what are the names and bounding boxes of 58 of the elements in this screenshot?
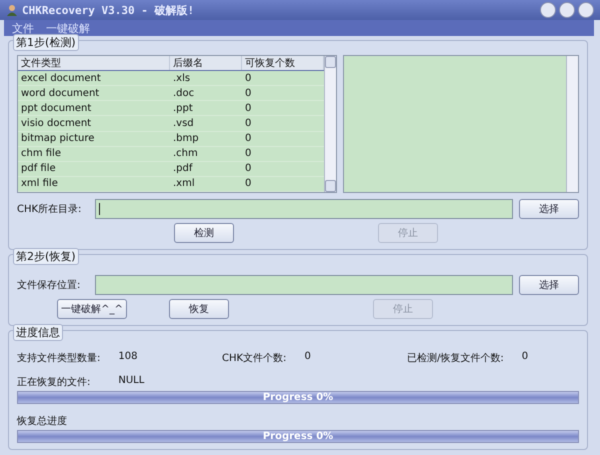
table-cell-text: .bmp xyxy=(172,133,200,144)
field-value: NULL xyxy=(118,375,144,388)
browse-button[interactable]: 选择 xyxy=(519,275,579,295)
table-cell-text: word document xyxy=(20,88,100,99)
stat-label: 已检测/恢复文件个数: xyxy=(407,352,504,365)
progress-text: Progress 0% xyxy=(262,431,334,442)
scrollbar[interactable] xyxy=(324,56,336,192)
group-title: 进度信息 xyxy=(13,324,63,341)
table-cell-text: .pdf xyxy=(172,163,194,174)
table-cell-text: 0 xyxy=(244,133,252,144)
stat-label: 支持文件类型数量: xyxy=(17,352,100,365)
column-header[interactable]: 后缀名 xyxy=(170,56,242,70)
progress-text: Progress 0% xyxy=(262,392,334,403)
table-cell-text: .vsd xyxy=(172,118,195,129)
input-field[interactable] xyxy=(95,199,513,219)
group-title: 第1步(检测) xyxy=(13,34,79,51)
table-cell-text: 0 xyxy=(244,118,252,129)
table-cell-text: chm file xyxy=(20,148,62,160)
field-label: 文件保存位置: xyxy=(17,278,82,292)
table-cell-text: 0 xyxy=(244,88,252,99)
table-cell-text: 0 xyxy=(244,178,252,190)
table-cell-text: .xls xyxy=(172,72,192,84)
close-button[interactable] xyxy=(578,2,594,18)
menu-item[interactable]: 文件 xyxy=(12,20,34,36)
table-cell-text: .chm xyxy=(172,148,199,160)
stat-value: 0 xyxy=(522,351,528,364)
app-icon xyxy=(6,4,18,16)
group-title: 第2步(恢复) xyxy=(13,248,79,265)
table-cell-text: xml file xyxy=(20,178,59,190)
table-cell-text: bitmap picture xyxy=(20,133,96,144)
crack-button[interactable]: 一键破解^_^ xyxy=(57,299,127,319)
progress-label: 恢复总进度 xyxy=(17,414,68,428)
table-cell-text: .ppt xyxy=(172,102,194,114)
detect-button[interactable]: 检测 xyxy=(174,223,234,243)
table-cell-text: .xml xyxy=(172,178,196,190)
table-cell-text: 0 xyxy=(244,102,252,114)
stat-value: 108 xyxy=(118,351,138,364)
scrollbar[interactable] xyxy=(566,56,578,192)
field-label: 正在恢复的文件: xyxy=(17,376,90,389)
input-field[interactable] xyxy=(95,275,513,295)
table-cell-text: excel document xyxy=(20,72,102,84)
table-cell-text: ppt document xyxy=(20,102,92,114)
recover-button[interactable]: 恢复 xyxy=(169,299,229,319)
table-cell-text: .doc xyxy=(172,88,196,99)
window-title: CHKRecovery V3.30 - 破解版! xyxy=(22,2,194,18)
table-cell-text: 0 xyxy=(244,163,252,174)
field-label: CHK所在目录: xyxy=(17,202,82,216)
stat-label: CHK文件个数: xyxy=(222,352,286,365)
browse-button[interactable]: 选择 xyxy=(519,199,579,219)
table-cell-text: 0 xyxy=(244,72,252,84)
stat-value: 0 xyxy=(304,351,311,364)
table-cell-text: 0 xyxy=(244,148,252,160)
table-cell-text: visio docment xyxy=(20,118,92,129)
table-cell-text: pdf file xyxy=(20,163,57,174)
menu-item[interactable]: 一键破解 xyxy=(46,20,90,36)
minimize-button[interactable] xyxy=(540,2,556,18)
column-header[interactable]: 文件类型 xyxy=(18,56,170,70)
maximize-button[interactable] xyxy=(559,2,575,18)
